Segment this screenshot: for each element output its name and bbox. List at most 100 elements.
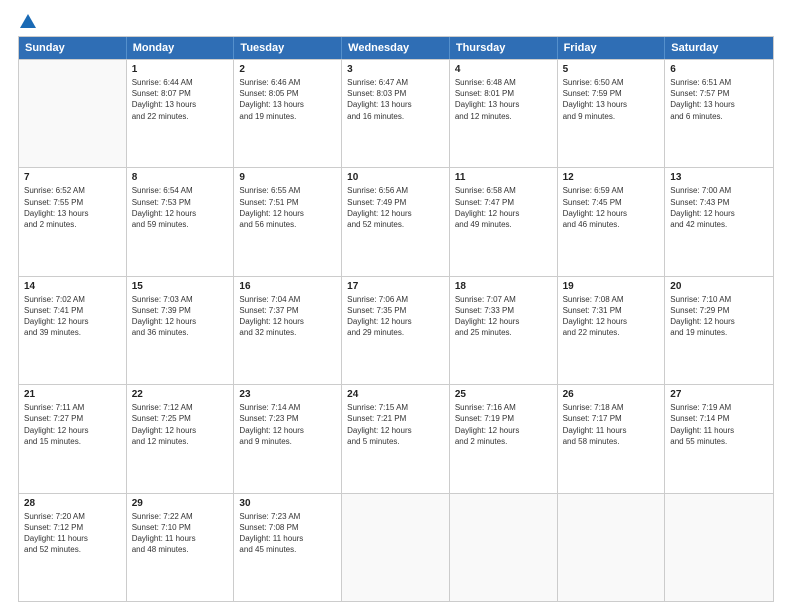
- day-info: Sunrise: 7:11 AM Sunset: 7:27 PM Dayligh…: [24, 402, 121, 447]
- day-number: 12: [563, 172, 660, 183]
- day-number: 6: [670, 64, 768, 75]
- calendar-cell: [450, 494, 558, 601]
- day-number: 21: [24, 389, 121, 400]
- day-number: 14: [24, 281, 121, 292]
- calendar-cell: 6 Sunrise: 6:51 AM Sunset: 7:57 PM Daylig…: [665, 60, 773, 167]
- header-day-tuesday: Tuesday: [234, 37, 342, 59]
- calendar-cell: 3Sunrise: 6:47 AM Sunset: 8:03 PM Daylig…: [342, 60, 450, 167]
- day-number: 15: [132, 281, 229, 292]
- calendar-cell: [342, 494, 450, 601]
- day-info: Sunrise: 6:46 AM Sunset: 8:05 PM Dayligh…: [239, 77, 336, 122]
- day-info: Sunrise: 7:04 AM Sunset: 7:37 PM Dayligh…: [239, 294, 336, 339]
- day-number: 24: [347, 389, 444, 400]
- calendar-cell: 8 Sunrise: 6:54 AM Sunset: 7:53 PM Daylig…: [127, 168, 235, 275]
- day-info: Sunrise: 7:03 AM Sunset: 7:39 PM Dayligh…: [132, 294, 229, 339]
- day-info: Sunrise: 7:07 AM Sunset: 7:33 PM Dayligh…: [455, 294, 552, 339]
- day-info: Sunrise: 7:12 AM Sunset: 7:25 PM Dayligh…: [132, 402, 229, 447]
- calendar-cell: 22 Sunrise: 7:12 AM Sunset: 7:25 PM Dayli…: [127, 385, 235, 492]
- header-day-sunday: Sunday: [19, 37, 127, 59]
- calendar-cell: 15 Sunrise: 7:03 AM Sunset: 7:39 PM Dayli…: [127, 277, 235, 384]
- header-day-wednesday: Wednesday: [342, 37, 450, 59]
- logo: [18, 18, 36, 28]
- day-info: Sunrise: 6:55 AM Sunset: 7:51 PM Dayligh…: [239, 185, 336, 230]
- header-day-saturday: Saturday: [665, 37, 773, 59]
- page: SundayMondayTuesdayWednesdayThursdayFrid…: [0, 0, 792, 612]
- day-info: Sunrise: 6:54 AM Sunset: 7:53 PM Dayligh…: [132, 185, 229, 230]
- calendar-cell: 5 Sunrise: 6:50 AM Sunset: 7:59 PM Daylig…: [558, 60, 666, 167]
- calendar-cell: 21 Sunrise: 7:11 AM Sunset: 7:27 PM Dayli…: [19, 385, 127, 492]
- day-number: 22: [132, 389, 229, 400]
- day-number: 5: [563, 64, 660, 75]
- header-day-thursday: Thursday: [450, 37, 558, 59]
- day-number: 4: [455, 64, 552, 75]
- day-info: Sunrise: 6:50 AM Sunset: 7:59 PM Dayligh…: [563, 77, 660, 122]
- calendar-cell: 27 Sunrise: 7:19 AM Sunset: 7:14 PM Dayli…: [665, 385, 773, 492]
- day-number: 8: [132, 172, 229, 183]
- calendar-cell: 18 Sunrise: 7:07 AM Sunset: 7:33 PM Dayli…: [450, 277, 558, 384]
- day-info: Sunrise: 6:52 AM Sunset: 7:55 PM Dayligh…: [24, 185, 121, 230]
- day-number: 2: [239, 64, 336, 75]
- day-number: 16: [239, 281, 336, 292]
- day-number: 3: [347, 64, 444, 75]
- day-info: Sunrise: 6:44 AM Sunset: 8:07 PM Dayligh…: [132, 77, 229, 122]
- day-info: Sunrise: 7:06 AM Sunset: 7:35 PM Dayligh…: [347, 294, 444, 339]
- day-number: 23: [239, 389, 336, 400]
- day-number: 7: [24, 172, 121, 183]
- header-day-monday: Monday: [127, 37, 235, 59]
- calendar-cell: 10 Sunrise: 6:56 AM Sunset: 7:49 PM Dayli…: [342, 168, 450, 275]
- calendar-cell: 20 Sunrise: 7:10 AM Sunset: 7:29 PM Dayli…: [665, 277, 773, 384]
- day-number: 1: [132, 64, 229, 75]
- calendar-cell: 16 Sunrise: 7:04 AM Sunset: 7:37 PM Dayli…: [234, 277, 342, 384]
- calendar-cell: 4 Sunrise: 6:48 AM Sunset: 8:01 PM Daylig…: [450, 60, 558, 167]
- calendar-cell: 11Sunrise: 6:58 AM Sunset: 7:47 PM Dayli…: [450, 168, 558, 275]
- day-number: 29: [132, 498, 229, 509]
- day-info: Sunrise: 7:14 AM Sunset: 7:23 PM Dayligh…: [239, 402, 336, 447]
- header-day-friday: Friday: [558, 37, 666, 59]
- calendar-cell: 24 Sunrise: 7:15 AM Sunset: 7:21 PM Dayli…: [342, 385, 450, 492]
- day-info: Sunrise: 6:48 AM Sunset: 8:01 PM Dayligh…: [455, 77, 552, 122]
- day-info: Sunrise: 7:23 AM Sunset: 7:08 PM Dayligh…: [239, 511, 336, 556]
- day-number: 10: [347, 172, 444, 183]
- calendar-row-2: 14 Sunrise: 7:02 AM Sunset: 7:41 PM Dayli…: [19, 276, 773, 384]
- calendar-row-1: 7 Sunrise: 6:52 AM Sunset: 7:55 PM Daylig…: [19, 167, 773, 275]
- calendar-cell: 13Sunrise: 7:00 AM Sunset: 7:43 PM Dayli…: [665, 168, 773, 275]
- calendar-cell: 2 Sunrise: 6:46 AM Sunset: 8:05 PM Daylig…: [234, 60, 342, 167]
- day-number: 28: [24, 498, 121, 509]
- calendar-body: 1 Sunrise: 6:44 AM Sunset: 8:07 PM Daylig…: [19, 59, 773, 601]
- day-number: 11: [455, 172, 552, 183]
- day-number: 20: [670, 281, 768, 292]
- logo-triangle-icon: [20, 14, 36, 28]
- day-info: Sunrise: 7:08 AM Sunset: 7:31 PM Dayligh…: [563, 294, 660, 339]
- day-number: 30: [239, 498, 336, 509]
- day-info: Sunrise: 6:56 AM Sunset: 7:49 PM Dayligh…: [347, 185, 444, 230]
- day-number: 25: [455, 389, 552, 400]
- calendar-cell: 17 Sunrise: 7:06 AM Sunset: 7:35 PM Dayli…: [342, 277, 450, 384]
- calendar-cell: 1 Sunrise: 6:44 AM Sunset: 8:07 PM Daylig…: [127, 60, 235, 167]
- day-number: 26: [563, 389, 660, 400]
- calendar-cell: 9Sunrise: 6:55 AM Sunset: 7:51 PM Daylig…: [234, 168, 342, 275]
- calendar: SundayMondayTuesdayWednesdayThursdayFrid…: [18, 36, 774, 602]
- day-number: 13: [670, 172, 768, 183]
- calendar-header: SundayMondayTuesdayWednesdayThursdayFrid…: [19, 37, 773, 59]
- header: [18, 18, 774, 28]
- day-info: Sunrise: 6:51 AM Sunset: 7:57 PM Dayligh…: [670, 77, 768, 122]
- day-info: Sunrise: 6:59 AM Sunset: 7:45 PM Dayligh…: [563, 185, 660, 230]
- day-number: 18: [455, 281, 552, 292]
- day-number: 27: [670, 389, 768, 400]
- calendar-cell: 23 Sunrise: 7:14 AM Sunset: 7:23 PM Dayli…: [234, 385, 342, 492]
- calendar-cell: 29Sunrise: 7:22 AM Sunset: 7:10 PM Dayli…: [127, 494, 235, 601]
- day-number: 17: [347, 281, 444, 292]
- calendar-cell: 12 Sunrise: 6:59 AM Sunset: 7:45 PM Dayli…: [558, 168, 666, 275]
- day-info: Sunrise: 7:10 AM Sunset: 7:29 PM Dayligh…: [670, 294, 768, 339]
- calendar-cell: [558, 494, 666, 601]
- calendar-row-3: 21 Sunrise: 7:11 AM Sunset: 7:27 PM Dayli…: [19, 384, 773, 492]
- calendar-cell: 7 Sunrise: 6:52 AM Sunset: 7:55 PM Daylig…: [19, 168, 127, 275]
- day-info: Sunrise: 7:02 AM Sunset: 7:41 PM Dayligh…: [24, 294, 121, 339]
- calendar-cell: 26Sunrise: 7:18 AM Sunset: 7:17 PM Dayli…: [558, 385, 666, 492]
- day-info: Sunrise: 7:15 AM Sunset: 7:21 PM Dayligh…: [347, 402, 444, 447]
- calendar-cell: 14 Sunrise: 7:02 AM Sunset: 7:41 PM Dayli…: [19, 277, 127, 384]
- calendar-cell: 28Sunrise: 7:20 AM Sunset: 7:12 PM Dayli…: [19, 494, 127, 601]
- day-info: Sunrise: 7:16 AM Sunset: 7:19 PM Dayligh…: [455, 402, 552, 447]
- day-info: Sunrise: 7:19 AM Sunset: 7:14 PM Dayligh…: [670, 402, 768, 447]
- calendar-cell: 19Sunrise: 7:08 AM Sunset: 7:31 PM Dayli…: [558, 277, 666, 384]
